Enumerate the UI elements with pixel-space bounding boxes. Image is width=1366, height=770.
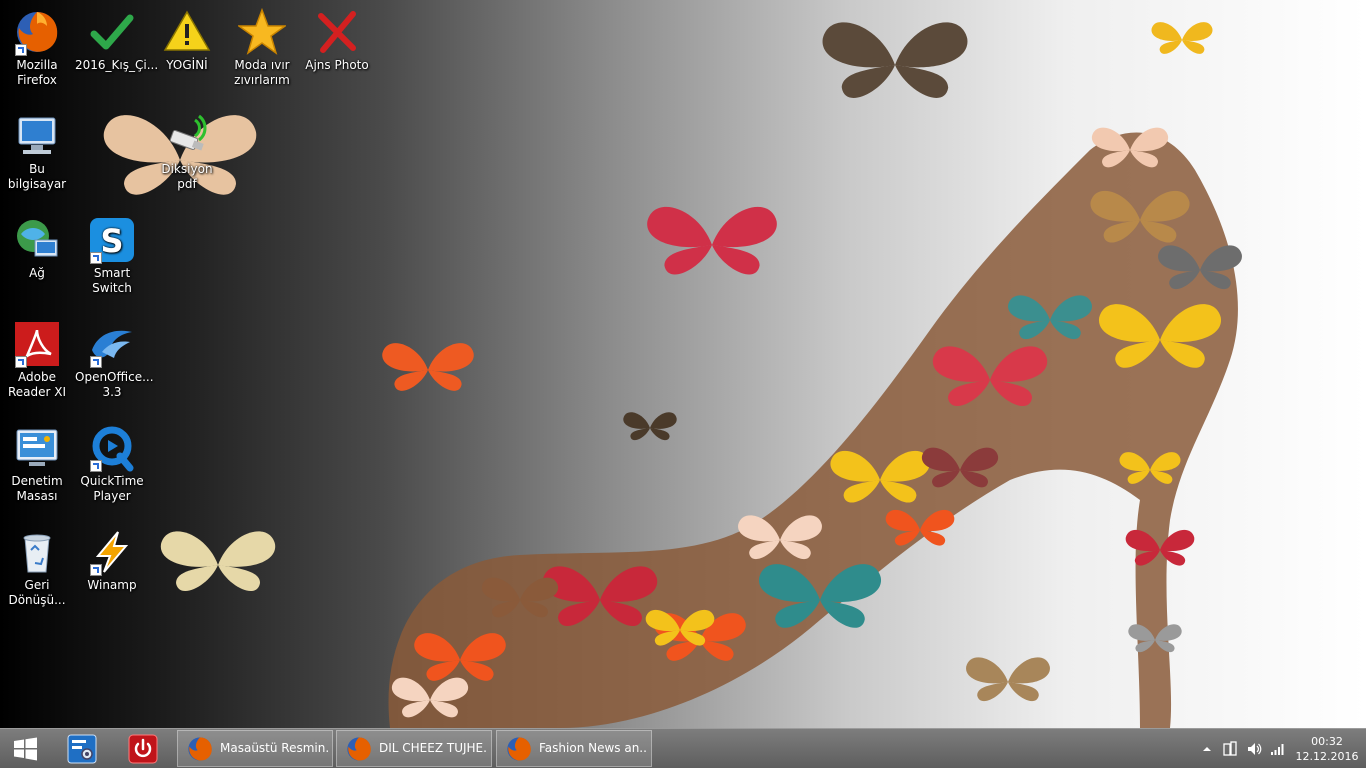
shortcut-arrow-icon (15, 356, 27, 368)
desktop-icon-moda[interactable]: Moda ıvır zıvırlarım (225, 8, 299, 88)
icon-label: QuickTime Player (80, 474, 144, 503)
star-icon (238, 8, 286, 56)
openoffice-icon (88, 320, 136, 368)
icon-label: 2016_Kış_Çi... (75, 58, 159, 72)
control-panel-icon (13, 424, 61, 472)
quicktime-icon (88, 424, 136, 472)
desktop-icon-smart-switch[interactable]: S Smart Switch (75, 216, 149, 296)
checkmark-icon (88, 8, 136, 56)
shortcut-arrow-icon (15, 44, 27, 56)
icon-label: Ajns Photo (305, 58, 369, 72)
taskbar-window-label: Masaüstü Resmin... (220, 741, 328, 755)
icon-label: YOGİNİ (166, 58, 208, 72)
firefox-icon (13, 8, 61, 56)
svg-text:S: S (100, 222, 123, 260)
taskbar-window-label: DIL CHEEZ TUJHE... (379, 741, 487, 755)
clock-date: 12.12.2016 (1295, 750, 1359, 763)
icon-label: Geri Dönüşü... (8, 578, 66, 607)
volume-icon[interactable] (1246, 741, 1262, 757)
shortcut-arrow-icon (90, 460, 102, 472)
wallpaper-butterfly-shoe (103, 22, 1242, 728)
desktop-icon-winamp[interactable]: Winamp (75, 528, 149, 593)
taskbar-window-button[interactable]: Fashion News an... (496, 730, 652, 767)
firefox-icon (347, 737, 371, 761)
icon-label: Smart Switch (92, 266, 132, 295)
icon-label: OpenOffice... 3.3 (75, 370, 154, 399)
power-icon (128, 734, 158, 764)
start-button[interactable] (4, 733, 46, 765)
butterfly-red (647, 206, 777, 275)
pinned-shutdown[interactable] (121, 732, 165, 766)
desktop-icon-yogini[interactable]: YOGİNİ (150, 8, 224, 73)
butterfly-swallowtail (160, 531, 276, 592)
butterfly-yellow (1151, 22, 1213, 54)
icon-label: Bu bilgisayar (7, 162, 67, 191)
firefox-icon (188, 737, 212, 761)
desktop-icon-openoffice[interactable]: OpenOffice... 3.3 (75, 320, 154, 400)
icon-label: Mozilla Firefox (16, 58, 58, 87)
desktop-icon-quicktime[interactable]: QuickTime Player (75, 424, 149, 504)
desktop-icon-kis-folder[interactable]: 2016_Kış_Çi... (75, 8, 159, 73)
taskbar-clock[interactable]: 00:32 12.12.2016 (1294, 734, 1360, 764)
smart-switch-icon: S (88, 216, 136, 264)
icon-label: Moda ıvır zıvırlarım (234, 58, 290, 87)
shortcut-arrow-icon (90, 252, 102, 264)
shortcut-arrow-icon (90, 356, 102, 368)
icon-label: Ağ (29, 266, 45, 280)
network-icon (13, 216, 61, 264)
taskbar-window-button[interactable]: Masaüstü Resmin... (177, 730, 333, 767)
desktop-icon-recycle-bin[interactable]: Geri Dönüşü... (0, 528, 74, 608)
desktop-icon-control-panel[interactable]: Denetim Masası (0, 424, 74, 504)
show-hidden-icons-chevron-up-icon[interactable] (1199, 741, 1215, 757)
icon-label: Adobe Reader XI (7, 370, 67, 399)
butterfly-orange (382, 343, 474, 391)
usb-wireless-icon (163, 112, 211, 160)
icon-label: Winamp (87, 578, 137, 592)
butterfly-brown (966, 657, 1050, 702)
butterfly-small (623, 412, 677, 441)
taskbar-window-button[interactable]: DIL CHEEZ TUJHE... (336, 730, 492, 767)
clock-time: 00:32 (1311, 735, 1343, 748)
windows-logo-icon (14, 737, 37, 761)
red-x-icon (313, 8, 361, 56)
taskbar: Masaüstü Resmin... DIL CHEEZ TUJHE... Fa… (0, 728, 1366, 768)
pinned-control-panel[interactable] (60, 732, 104, 766)
desktop: Mozilla Firefox Bu bilgisayar Ağ Adobe R… (0, 0, 1366, 728)
shortcut-arrow-icon (90, 564, 102, 576)
desktop-icon-this-pc[interactable]: Bu bilgisayar (0, 112, 74, 192)
settings-panel-icon (67, 734, 97, 764)
firefox-icon (507, 737, 531, 761)
desktop-icon-ajns-photo[interactable]: Ajns Photo (300, 8, 374, 73)
device-icon[interactable] (1222, 741, 1238, 757)
desktop-icon-adobe-reader[interactable]: Adobe Reader XI (0, 320, 74, 400)
recycle-bin-icon (13, 528, 61, 576)
winamp-icon (88, 528, 136, 576)
butterfly-teal (822, 22, 968, 98)
icon-label: Denetim Masası (11, 474, 63, 503)
desktop-icon-network[interactable]: Ağ (0, 216, 74, 281)
computer-icon (13, 112, 61, 160)
adobe-reader-icon (13, 320, 61, 368)
desktop-icon-diksiyon-pdf[interactable]: Diksiyon pdf (150, 112, 224, 192)
desktop-icon-firefox[interactable]: Mozilla Firefox (0, 8, 74, 88)
network-signal-icon[interactable] (1270, 741, 1286, 757)
warning-icon (163, 8, 211, 56)
taskbar-window-label: Fashion News an... (539, 741, 647, 755)
icon-label: Diksiyon pdf (161, 162, 213, 191)
